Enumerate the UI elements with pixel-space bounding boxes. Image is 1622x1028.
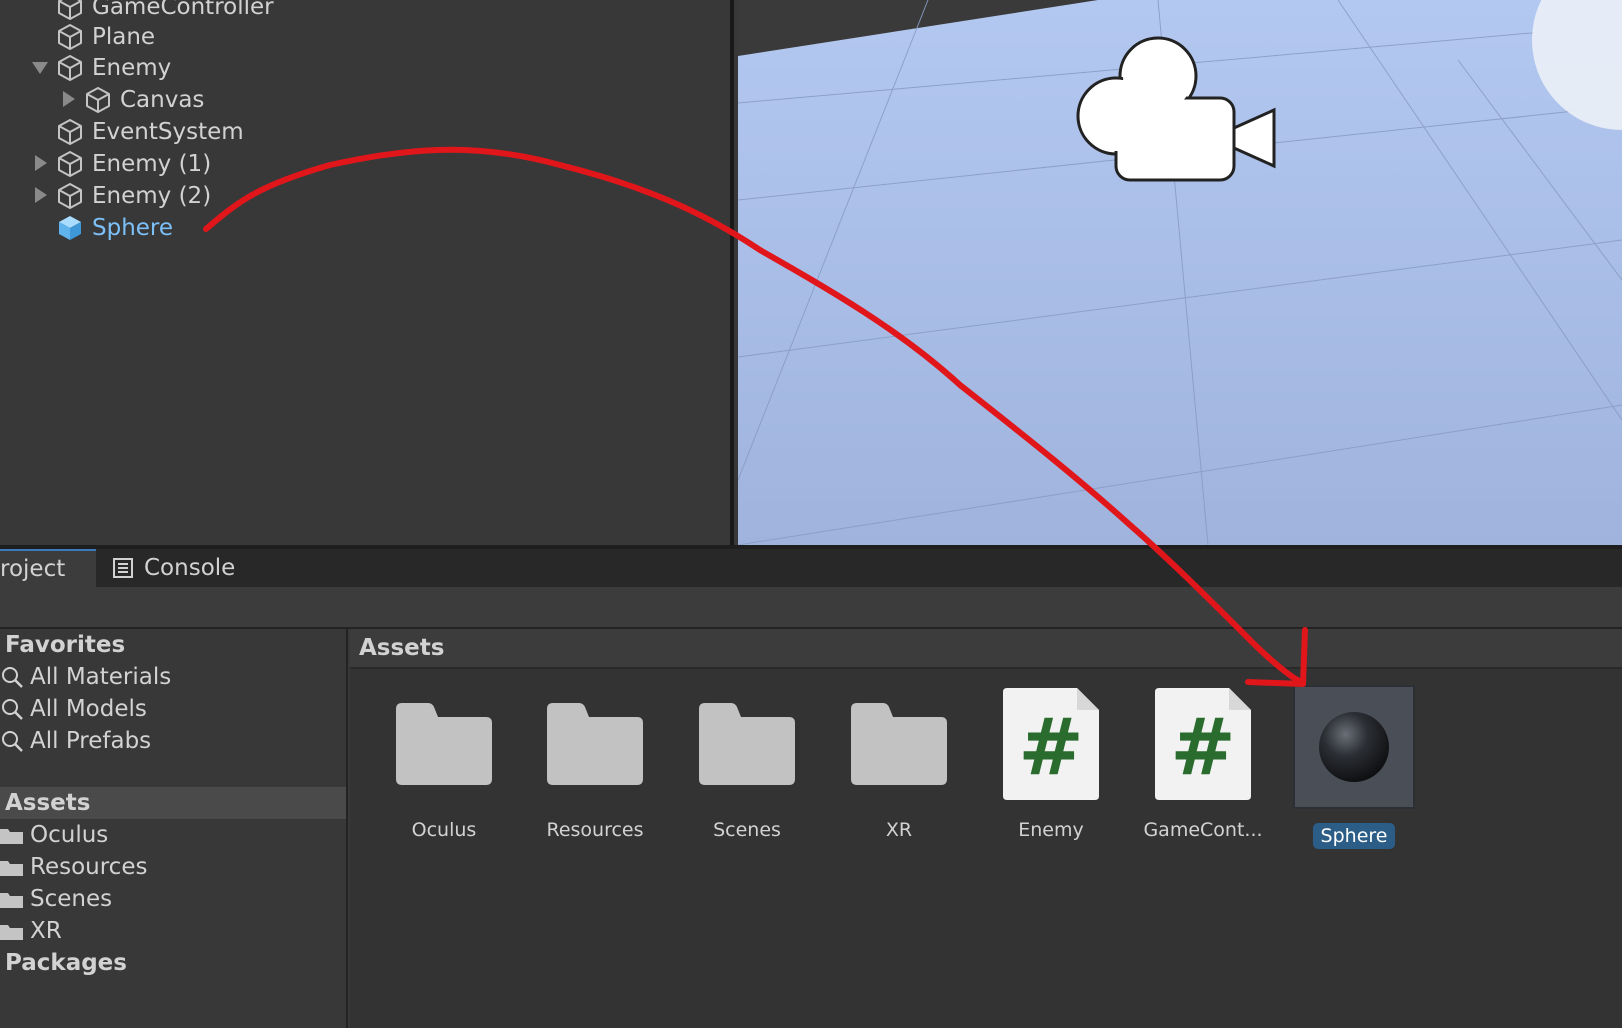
asset-gamecontroller-script[interactable]: # GameCont... — [1128, 685, 1278, 843]
svg-text:#: # — [1170, 703, 1235, 793]
hierarchy-item-label: Canvas — [120, 87, 205, 113]
tab-console-label: Console — [144, 555, 236, 581]
hierarchy-item-label: GameController — [92, 0, 274, 20]
hierarchy-item-eventsystem[interactable]: EventSystem — [56, 116, 244, 148]
asset-label: XR — [885, 819, 913, 841]
expand-down-arrow-icon[interactable] — [29, 56, 51, 78]
folder-icon — [0, 925, 23, 940]
gameobject-cube-icon — [58, 24, 82, 50]
folder-icon — [0, 829, 23, 844]
asset-oculus[interactable]: Oculus — [369, 685, 519, 843]
favorites-header[interactable]: Favorites — [0, 629, 346, 661]
tab-console[interactable]: Console — [112, 549, 235, 587]
favorite-all-materials[interactable]: All Materials — [0, 661, 346, 693]
hierarchy-item-label: Enemy — [92, 55, 172, 81]
hierarchy-item-plane[interactable]: Plane — [56, 21, 155, 53]
folder-label: Scenes — [30, 886, 113, 912]
project-window: roject Console Favorites All Materials A… — [0, 545, 1622, 1028]
folder-icon — [844, 685, 954, 803]
expand-right-arrow-icon[interactable] — [29, 184, 51, 206]
assets-root[interactable]: Assets — [0, 787, 346, 819]
scene-view[interactable] — [738, 0, 1622, 545]
gameobject-cube-icon — [58, 55, 82, 81]
hierarchy-item-sphere[interactable]: Sphere — [56, 212, 173, 244]
hierarchy-item-label: Enemy (2) — [92, 183, 212, 209]
hierarchy-item-label: Sphere — [92, 215, 174, 241]
favorite-all-models[interactable]: All Models — [0, 693, 346, 725]
packages-header-label: Packages — [5, 950, 127, 976]
search-icon — [2, 699, 23, 720]
favorite-label: All Models — [30, 696, 147, 722]
asset-sphere-prefab[interactable]: Sphere — [1279, 685, 1429, 849]
gameobject-cube-icon — [58, 183, 82, 209]
hierarchy-item-gamecontroller[interactable]: GameController — [56, 0, 274, 23]
hierarchy-item-label: Enemy (1) — [92, 151, 212, 177]
favorite-all-prefabs[interactable]: All Prefabs — [0, 725, 346, 757]
gameobject-cube-icon — [86, 87, 110, 113]
packages-root[interactable]: Packages — [0, 947, 346, 979]
breadcrumb: Assets — [350, 629, 1622, 669]
gameobject-cube-icon — [58, 0, 82, 20]
asset-label: Scenes — [713, 819, 781, 841]
asset-label: Sphere — [1312, 823, 1396, 849]
hierarchy-item-label: Plane — [92, 24, 156, 50]
asset-scenes[interactable]: Scenes — [672, 685, 822, 843]
tab-project[interactable]: roject — [0, 549, 96, 587]
search-icon — [2, 731, 23, 752]
asset-xr[interactable]: XR — [824, 685, 974, 843]
folder-icon — [0, 861, 23, 876]
expand-right-arrow-icon[interactable] — [29, 152, 51, 174]
csharp-script-icon: # — [996, 685, 1106, 803]
asset-label: GameCont... — [1143, 819, 1263, 841]
csharp-script-icon: # — [1148, 685, 1258, 803]
hierarchy-item-canvas[interactable]: Canvas — [84, 84, 204, 116]
sphere-prefab-icon — [1293, 685, 1415, 809]
hierarchy-item-label: EventSystem — [92, 119, 244, 145]
prefab-cube-icon — [59, 216, 81, 240]
project-toolbar — [0, 587, 1622, 629]
project-folder-tree: Favorites All Materials All Models All P… — [0, 629, 348, 1028]
folder-resources[interactable]: Resources — [0, 851, 346, 883]
svg-text:#: # — [1018, 703, 1083, 793]
asset-label: Resources — [546, 819, 644, 841]
asset-enemy-script[interactable]: # Enemy — [976, 685, 1126, 843]
hierarchy-item-enemy-2[interactable]: Enemy (2) — [56, 180, 211, 212]
favorite-label: All Prefabs — [30, 728, 152, 754]
folder-oculus[interactable]: Oculus — [0, 819, 346, 851]
folder-scenes[interactable]: Scenes — [0, 883, 346, 915]
favorites-header-label: Favorites — [5, 632, 126, 658]
console-icon — [113, 558, 133, 578]
folder-xr[interactable]: XR — [0, 915, 346, 947]
folder-icon — [540, 685, 650, 803]
folder-label: Oculus — [30, 822, 109, 848]
tab-bar: roject Console — [0, 545, 1622, 587]
hierarchy-item-enemy[interactable]: Enemy — [56, 52, 171, 84]
folder-icon — [692, 685, 802, 803]
breadcrumb-assets[interactable]: Assets — [359, 635, 444, 661]
folder-icon — [0, 893, 23, 908]
search-icon — [2, 667, 23, 688]
folder-label: XR — [30, 918, 62, 944]
asset-label: Enemy — [1018, 819, 1084, 841]
favorite-label: All Materials — [30, 664, 172, 690]
hierarchy-item-enemy-1[interactable]: Enemy (1) — [56, 148, 211, 180]
gameobject-cube-icon — [58, 151, 82, 177]
gameobject-cube-icon — [58, 119, 82, 145]
expand-right-arrow-icon[interactable] — [57, 88, 79, 110]
project-asset-grid: Assets Oculus Resources Scenes XR # Enem… — [350, 629, 1622, 1028]
scene-grid — [738, 0, 1622, 545]
asset-label: Oculus — [411, 819, 477, 841]
asset-resources[interactable]: Resources — [520, 685, 670, 843]
tab-project-label: roject — [0, 556, 66, 582]
hierarchy-panel: GameController Plane Enemy Canvas EventS… — [0, 0, 734, 545]
assets-header-label: Assets — [5, 790, 91, 816]
folder-icon — [389, 685, 499, 803]
folder-label: Resources — [30, 854, 148, 880]
